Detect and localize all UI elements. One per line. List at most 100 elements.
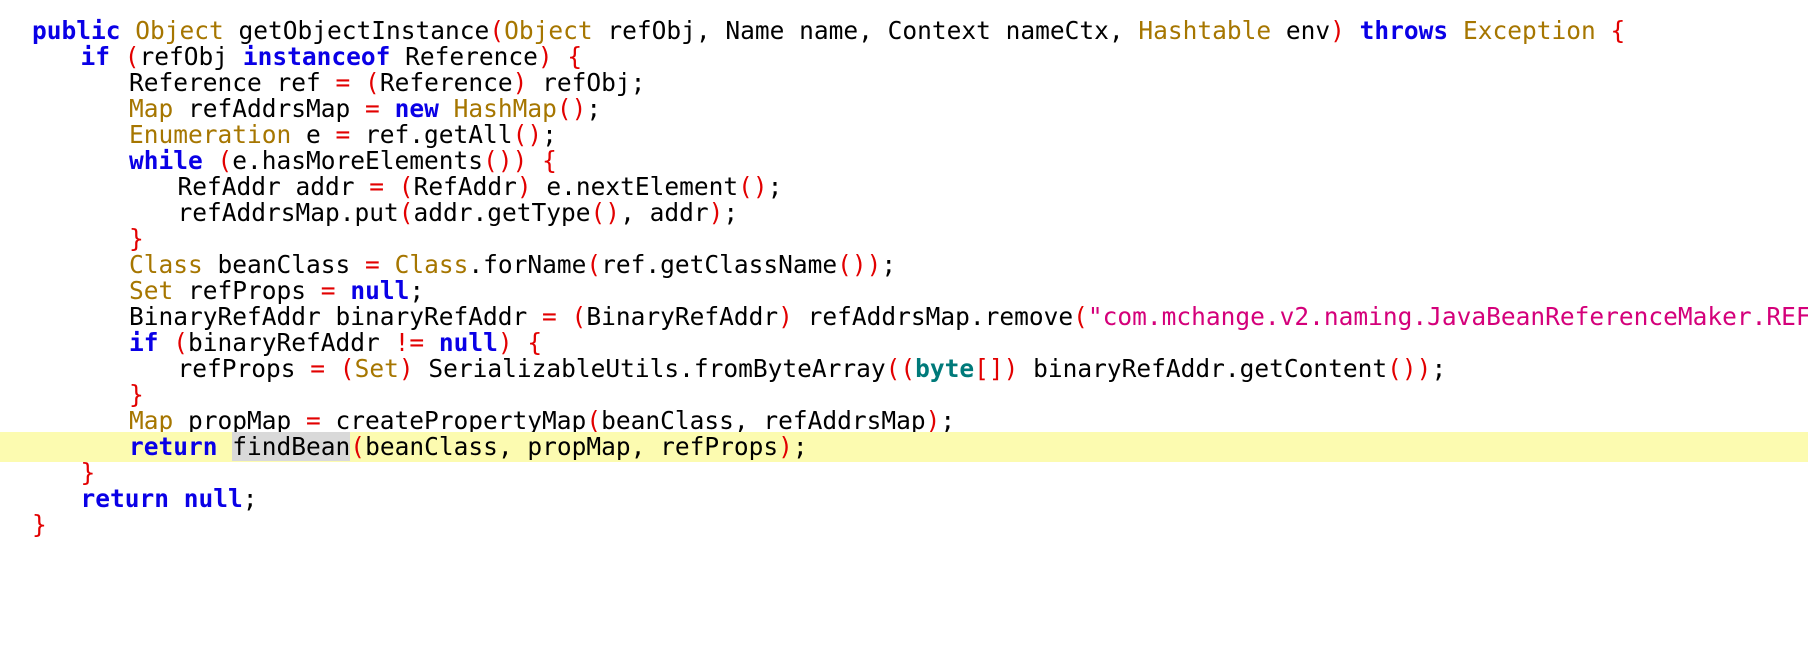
identifier bbox=[1448, 16, 1463, 45]
identifier bbox=[159, 328, 174, 357]
punctuation: = bbox=[365, 94, 380, 123]
keyword: byte bbox=[915, 354, 975, 383]
identifier: beanClass, refAddrsMap bbox=[601, 406, 926, 435]
keyword: null bbox=[438, 328, 498, 357]
punctuation: ( bbox=[350, 432, 366, 461]
punctuation: ( bbox=[217, 146, 233, 175]
identifier bbox=[513, 328, 528, 357]
punctuation: ) bbox=[516, 172, 532, 201]
identifier: e.hasMoreElements bbox=[232, 146, 484, 175]
punctuation: (( bbox=[885, 354, 916, 383]
keyword: return bbox=[129, 432, 218, 461]
identifier: .forName bbox=[468, 250, 587, 279]
punctuation: ) bbox=[778, 302, 793, 331]
keyword: while bbox=[129, 146, 203, 175]
identifier: refAddrsMap.remove bbox=[792, 302, 1074, 331]
punctuation: ( bbox=[489, 16, 505, 45]
identifier: e.nextElement bbox=[531, 172, 739, 201]
identifier: addr.getType bbox=[413, 198, 591, 227]
type-name: Map bbox=[129, 94, 174, 123]
punctuation: ( bbox=[173, 328, 189, 357]
punctuation: ) bbox=[537, 42, 553, 71]
identifier bbox=[439, 94, 454, 123]
identifier: refObj, Name name, Context nameCtx, bbox=[592, 16, 1139, 45]
identifier: ; bbox=[242, 484, 258, 513]
identifier: refObj bbox=[139, 42, 243, 71]
identifier: ; bbox=[792, 432, 808, 461]
identifier bbox=[336, 276, 351, 305]
identifier: Reference bbox=[390, 42, 538, 71]
punctuation: ()) bbox=[1387, 354, 1432, 383]
punctuation: ( bbox=[339, 354, 355, 383]
punctuation: = bbox=[335, 68, 351, 97]
identifier bbox=[350, 68, 365, 97]
identifier: ref.getClassName bbox=[601, 250, 838, 279]
identifier: createPropertyMap bbox=[320, 406, 587, 435]
punctuation: { bbox=[527, 328, 543, 357]
punctuation: ()) bbox=[483, 146, 528, 175]
punctuation: ( bbox=[398, 198, 414, 227]
identifier: ; bbox=[881, 250, 897, 279]
type-name: Set bbox=[354, 354, 399, 383]
identifier bbox=[169, 484, 184, 513]
punctuation: = bbox=[365, 250, 380, 279]
identifier: binaryRefAddr.getContent bbox=[1018, 354, 1388, 383]
punctuation: = bbox=[310, 354, 326, 383]
identifier: ; bbox=[767, 172, 783, 201]
punctuation: ) bbox=[778, 432, 793, 461]
type-name: Hashtable bbox=[1138, 16, 1272, 45]
punctuation: ( bbox=[586, 250, 602, 279]
punctuation: = bbox=[320, 276, 336, 305]
identifier: refProps bbox=[177, 354, 311, 383]
punctuation: ()) bbox=[837, 250, 882, 279]
type-name: HashMap bbox=[453, 94, 557, 123]
identifier bbox=[325, 354, 340, 383]
code-editor[interactable]: public Object getObjectInstance(Object r… bbox=[0, 0, 1808, 656]
identifier: env bbox=[1271, 16, 1331, 45]
identifier bbox=[203, 146, 218, 175]
identifier: SerializableUtils.fromByteArray bbox=[413, 354, 886, 383]
keyword: null bbox=[183, 484, 243, 513]
identifier bbox=[380, 250, 395, 279]
identifier: RefAddr bbox=[413, 172, 517, 201]
keyword: throws bbox=[1359, 16, 1449, 45]
identifier bbox=[380, 94, 395, 123]
punctuation: } bbox=[80, 458, 96, 487]
identifier: ; bbox=[723, 198, 739, 227]
punctuation: ( bbox=[398, 172, 414, 201]
identifier: BinaryRefAddr binaryRefAddr bbox=[129, 302, 543, 331]
punctuation: () bbox=[512, 120, 543, 149]
punctuation: = bbox=[369, 172, 385, 201]
punctuation: } bbox=[129, 224, 144, 253]
identifier bbox=[121, 16, 136, 45]
punctuation: ( bbox=[571, 302, 587, 331]
code-line[interactable]: } bbox=[0, 510, 1808, 540]
type-name: Class bbox=[394, 250, 469, 279]
identifier: refProps bbox=[173, 276, 321, 305]
identifier: refAddrsMap.put bbox=[177, 198, 399, 227]
identifier: ; bbox=[409, 276, 425, 305]
identifier: BinaryRefAddr bbox=[586, 302, 779, 331]
punctuation: } bbox=[32, 510, 47, 539]
identifier bbox=[424, 328, 439, 357]
identifier: beanClass bbox=[202, 250, 366, 279]
identifier bbox=[1596, 16, 1611, 45]
punctuation: ) bbox=[512, 68, 528, 97]
type-name: Object bbox=[504, 16, 593, 45]
punctuation: = bbox=[306, 406, 321, 435]
punctuation: } bbox=[129, 380, 144, 409]
punctuation: ) bbox=[925, 406, 941, 435]
identifier: propMap bbox=[173, 406, 307, 435]
keyword: if bbox=[80, 42, 111, 71]
keyword: public bbox=[32, 16, 121, 45]
identifier: ref.getAll bbox=[350, 120, 513, 149]
identifier: ; bbox=[940, 406, 956, 435]
type-name: Object bbox=[135, 16, 224, 45]
identifier: RefAddr addr bbox=[177, 172, 370, 201]
punctuation: ( bbox=[1073, 302, 1088, 331]
punctuation: ( bbox=[124, 42, 140, 71]
identifier bbox=[384, 172, 399, 201]
type-name: Set bbox=[129, 276, 174, 305]
punctuation: = bbox=[542, 302, 557, 331]
punctuation: () bbox=[556, 94, 587, 123]
